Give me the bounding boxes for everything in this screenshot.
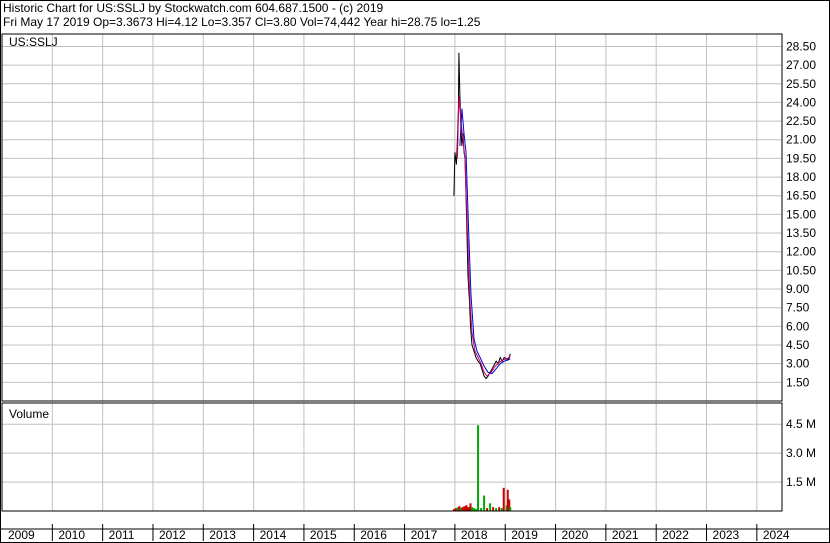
volume-bar [509, 507, 512, 511]
volume-tick-label: 3.0 M [786, 446, 816, 460]
year-label: 2017 [411, 528, 438, 542]
price-tick-label: 25.50 [786, 77, 816, 91]
volume-axis-labels: 4.5 M 3.0 M 1.5 M [786, 417, 816, 489]
panel-frames [0, 0, 830, 543]
price-tick-label: 15.00 [786, 207, 816, 221]
price-series-price [453, 52, 511, 380]
price-volume-chart: 28.50 27.00 25.50 24.00 22.50 21.00 19.50 18.00… [0, 0, 830, 543]
year-label: 2014 [260, 528, 287, 542]
price-tick-label: 21.00 [786, 133, 816, 147]
price-tick-label: 19.50 [786, 151, 816, 165]
price-tick-label: 22.50 [786, 114, 816, 128]
year-label: 2012 [159, 528, 186, 542]
volume-bar [489, 503, 492, 511]
volume-bar [465, 505, 468, 511]
price-tick-label: 3.00 [786, 357, 810, 371]
volume-bar [467, 507, 470, 511]
volume-bar [502, 487, 505, 511]
price-tick-label: 27.00 [786, 58, 816, 72]
volume-panel-frame [1, 402, 783, 512]
price-lines [453, 52, 511, 380]
price-tick-label: 6.00 [786, 319, 810, 333]
price-tick-label: 24.00 [786, 95, 816, 109]
price-tick-label: 28.50 [786, 39, 816, 53]
price-series-moving-average-short [456, 96, 511, 377]
year-label: 2023 [713, 528, 740, 542]
volume-bar [471, 507, 474, 511]
price-tick-label: 12.00 [786, 245, 816, 259]
outer-frame [0, 0, 830, 543]
price-tick-label: 10.50 [786, 263, 816, 277]
price-tick-label: 7.50 [786, 301, 810, 315]
price-grid [2, 34, 782, 401]
price-tick-label: 4.50 [786, 338, 810, 352]
year-label: 2022 [662, 528, 689, 542]
year-label: 2021 [612, 528, 639, 542]
volume-bar [492, 507, 495, 511]
volume-bar [461, 507, 464, 511]
volume-bar [483, 495, 486, 511]
volume-panel-title: Volume [9, 407, 49, 421]
price-tick-label: 16.50 [786, 189, 816, 203]
volume-bar [463, 506, 466, 511]
year-label: 2011 [109, 528, 135, 542]
year-label: 2018 [461, 528, 488, 542]
price-axis-labels: 28.50 27.00 25.50 24.00 22.50 21.00 19.50 18.00… [786, 39, 816, 389]
price-tick-label: 13.50 [786, 226, 816, 240]
price-panel-frame [1, 33, 783, 402]
year-label: 2015 [310, 528, 337, 542]
year-label: 2010 [58, 528, 85, 542]
year-label: 2013 [209, 528, 236, 542]
year-label: 2024 [763, 528, 790, 542]
year-axis-labels: 2009 2010 2011 2012 2013 2014 2015 2016 2017 2018… [8, 524, 790, 542]
price-tick-label: 1.50 [786, 375, 810, 389]
volume-bar [477, 425, 480, 511]
volume-tick-label: 4.5 M [786, 417, 816, 431]
volume-bar [498, 507, 501, 511]
volume-bars [452, 425, 512, 511]
year-label: 2016 [360, 528, 387, 542]
volume-grid [2, 403, 782, 511]
year-label: 2009 [8, 528, 35, 542]
year-label: 2019 [511, 528, 538, 542]
symbol-label: US:SSLJ [9, 35, 58, 49]
volume-tick-label: 1.5 M [786, 475, 816, 489]
price-tick-label: 18.00 [786, 170, 816, 184]
year-label: 2020 [562, 528, 589, 542]
price-tick-label: 9.00 [786, 282, 810, 296]
